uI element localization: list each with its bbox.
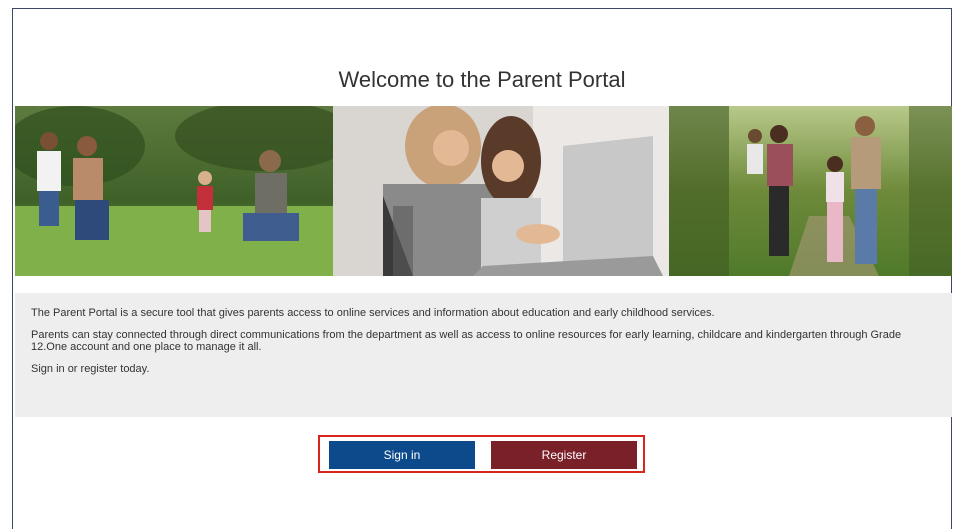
portal-frame: Welcome to the Parent Portal The Parent … xyxy=(12,8,952,529)
sign-in-button[interactable]: Sign in xyxy=(329,441,475,469)
info-paragraph-intro: The Parent Portal is a secure tool that … xyxy=(31,307,715,319)
page-title: Welcome to the Parent Portal xyxy=(338,67,626,92)
auth-button-group: Sign in Register xyxy=(318,435,645,473)
register-button[interactable]: Register xyxy=(491,441,637,469)
hero-image-forest-walk xyxy=(669,106,952,276)
info-paragraph-details: Parents can stay connected through direc… xyxy=(31,329,902,353)
info-paragraph-cta: Sign in or register today. xyxy=(31,363,150,375)
hero-image-laptop xyxy=(333,106,669,276)
hero-image-banner xyxy=(15,106,952,276)
info-panel: The Parent Portal is a secure tool that … xyxy=(15,293,952,417)
hero-image-family-park xyxy=(15,106,333,276)
